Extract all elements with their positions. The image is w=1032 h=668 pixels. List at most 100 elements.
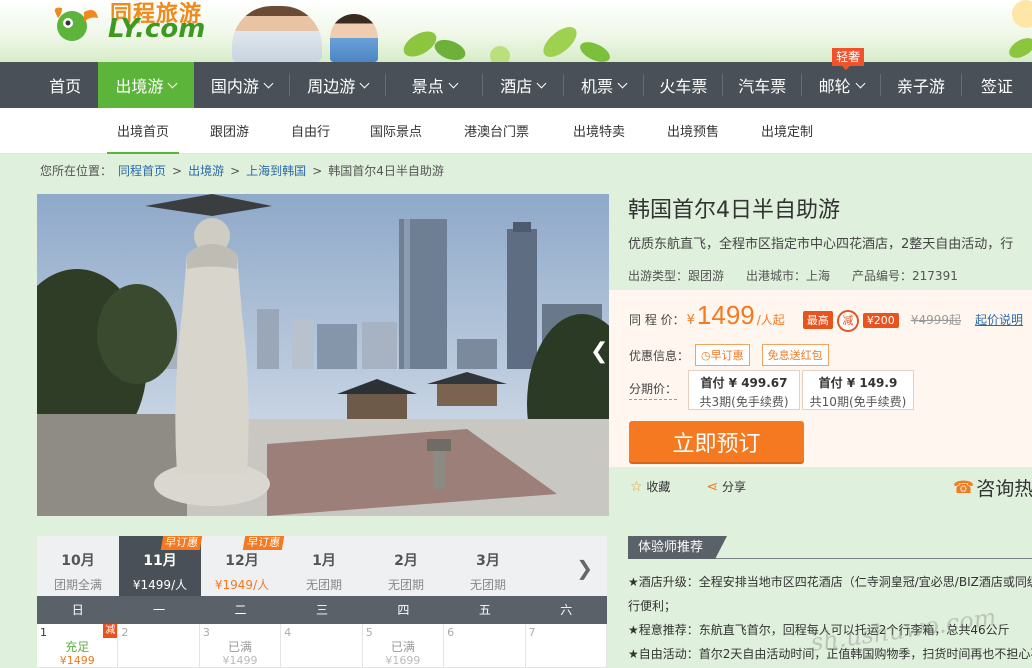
calendar-next-icon[interactable]: ❯ xyxy=(576,556,593,580)
month-status: 无团期 xyxy=(387,578,424,592)
share-icon: ⋖ xyxy=(706,479,719,495)
nav-item-11[interactable]: 签证 xyxy=(962,62,1032,108)
nav-item-0[interactable]: 首页 xyxy=(32,62,98,108)
subnav-item-4[interactable]: 港澳台门票 xyxy=(464,108,529,154)
promo-tag-early[interactable]: ◷早订惠 xyxy=(695,344,750,366)
product-subtitle: 优质东航直飞，全程市区指定市中心四花酒店，2整天自由活动，行 xyxy=(628,237,1014,252)
favorite-button[interactable]: ☆ 收藏 xyxy=(630,478,670,495)
site-logo[interactable]: 同程旅游 LY.com xyxy=(48,0,228,48)
month-tab-4[interactable]: 2月 无团期 xyxy=(365,536,447,596)
subnav-item-2[interactable]: 自由行 xyxy=(291,108,330,154)
seoul-skyline-photo xyxy=(37,194,609,516)
nav-item-label: 景点 xyxy=(411,77,444,96)
consult-hotline[interactable]: ☎ 咨询热 xyxy=(953,474,1032,501)
chevron-down-icon xyxy=(359,78,370,88)
product-code: 产品编号：217391 xyxy=(852,269,958,283)
nav-item-label: 机票 xyxy=(581,77,614,96)
nav-item-1[interactable]: 出境游 xyxy=(98,62,194,108)
promo-row: 优惠信息： ◷早订惠 免息送红包 xyxy=(629,344,829,366)
nav-item-10[interactable]: 亲子游 xyxy=(881,62,961,108)
nav-item-3[interactable]: 周边游 xyxy=(290,62,385,108)
logo-text-en: LY.com xyxy=(108,14,206,44)
product-hero-image[interactable]: ❮ xyxy=(37,194,609,516)
month-status: 团期全满 xyxy=(53,578,102,592)
main-navigation: 首页 出境游 国内游 周边游 景点 酒店 机票 火车票 汽车票 邮轮 轻奢 亲子游 签证 xyxy=(0,48,1032,108)
weekday-label: 四 xyxy=(397,603,410,617)
installment-option-10[interactable]: 首付 ¥ 149.9 共10期(免手续费) xyxy=(802,370,914,410)
month-tab-3[interactable]: 1月 无团期 xyxy=(283,536,365,596)
share-label: 分享 xyxy=(721,480,746,494)
nav-item-9[interactable]: 邮轮 轻奢 xyxy=(802,48,880,108)
nav-item-8[interactable]: 汽车票 xyxy=(723,62,801,108)
breadcrumb-link-home[interactable]: 同程首页 xyxy=(118,162,166,179)
month-tab-0[interactable]: 10月 团期全满 xyxy=(37,536,119,596)
discount-icon: 减 xyxy=(836,310,859,332)
nav-item-label: 邮轮 xyxy=(818,77,851,96)
day-price: ¥1499 xyxy=(59,654,95,667)
month-tab-5[interactable]: 3月 无团期 xyxy=(447,536,529,596)
day-price: ¥1699 xyxy=(385,654,421,667)
month-status: ¥1949/人 xyxy=(214,578,270,592)
nav-item-label: 亲子游 xyxy=(896,77,945,96)
nav-item-6[interactable]: 机票 xyxy=(564,62,644,108)
calendar-day: 2 xyxy=(118,624,200,668)
price-panel: 同 程 价： ¥ 1499 /人起 最高 减 ¥200 ¥4999起 起价说明 … xyxy=(609,290,1032,467)
max-discount-prefix: 最高 xyxy=(802,311,833,329)
banner-person-man xyxy=(232,6,322,62)
nav-item-label: 国内游 xyxy=(210,77,259,96)
day-number: 7 xyxy=(528,626,536,639)
nav-item-label: 汽车票 xyxy=(738,77,787,96)
month-tab-1[interactable]: 11月 ¥1499/人 早订惠 xyxy=(119,536,203,596)
day-price: ¥1499 xyxy=(222,654,258,667)
day-number: 2 xyxy=(121,626,129,639)
header-banner: 同程旅游 LY.com xyxy=(0,0,1032,62)
hero-next-arrow-icon[interactable]: ❮ xyxy=(590,339,608,364)
price-value: 1499 xyxy=(696,300,755,330)
subnav-item-5[interactable]: 出境特卖 xyxy=(573,108,625,154)
promo-tag-interest[interactable]: 免息送红包 xyxy=(761,344,829,366)
calendar-day: 4 xyxy=(281,624,363,668)
star-icon: ☆ xyxy=(630,479,643,495)
month-tab-2[interactable]: 12月 ¥1949/人 早订惠 xyxy=(201,536,285,596)
calendar-day[interactable]: 1 充足 ¥1499 减 xyxy=(37,624,119,668)
day-status: 已满 xyxy=(390,640,415,654)
nav-item-label: 签证 xyxy=(980,77,1013,96)
price-explain-link[interactable]: 起价说明 xyxy=(975,311,1023,328)
book-now-button[interactable]: 立即预订 xyxy=(629,421,804,462)
month-status: 无团期 xyxy=(305,578,342,592)
weekday-label: 二 xyxy=(234,603,247,617)
nav-item-label: 酒店 xyxy=(500,77,533,96)
weekday-label: 日 xyxy=(71,603,84,617)
calendar-day: 7 xyxy=(525,624,607,668)
share-button[interactable]: ⋖ 分享 xyxy=(706,478,746,495)
installment-option-3[interactable]: 首付 ¥ 499.67 共3期(免手续费) xyxy=(688,370,800,410)
calendar-days: 1 充足 ¥1499 减 2 3 已满 ¥1499 4 5 已满 ¥1699 6 7 xyxy=(37,624,607,668)
favorite-label: 收藏 xyxy=(646,480,671,494)
recommendation-title: 体验师推荐 xyxy=(628,536,728,559)
weekday-label: 三 xyxy=(315,603,328,617)
subnav-item-0[interactable]: 出境首页 xyxy=(106,108,180,154)
discount-tag: 减 xyxy=(103,624,118,638)
day-number: 6 xyxy=(447,626,455,639)
calendar-day: 6 xyxy=(444,624,526,668)
chevron-down-icon xyxy=(448,78,459,88)
departure-city: 出港城市：上海 xyxy=(746,269,831,283)
nav-item-7[interactable]: 火车票 xyxy=(644,62,722,108)
nav-item-5[interactable]: 酒店 xyxy=(483,62,563,108)
clock-icon: ◷ xyxy=(701,349,711,362)
subnav-item-1[interactable]: 跟团游 xyxy=(210,108,249,154)
weekday-label: 一 xyxy=(153,603,166,617)
nav-item-2[interactable]: 国内游 xyxy=(194,62,289,108)
subnav-item-6[interactable]: 出境预售 xyxy=(667,108,719,154)
breadcrumb-link-outbound[interactable]: 出境游 xyxy=(188,162,224,179)
breadcrumb-link-route[interactable]: 上海到韩国 xyxy=(246,162,306,179)
subnav-item-7[interactable]: 出境定制 xyxy=(761,108,813,154)
product-title: 韩国首尔4日半自助游 xyxy=(628,198,840,223)
breadcrumb-separator: > xyxy=(230,163,241,178)
promo-label: 优惠信息： xyxy=(629,348,690,363)
nav-item-4[interactable]: 景点 xyxy=(386,62,481,108)
installment-terms: 共3期(免手续费) xyxy=(699,395,789,409)
price-label: 同 程 价： xyxy=(629,313,685,327)
subnav-item-3[interactable]: 国际景点 xyxy=(370,108,422,154)
breadcrumb: 您所在位置： 同程首页 > 出境游 > 上海到韩国 > 韩国首尔4日半自助游 xyxy=(40,162,444,179)
